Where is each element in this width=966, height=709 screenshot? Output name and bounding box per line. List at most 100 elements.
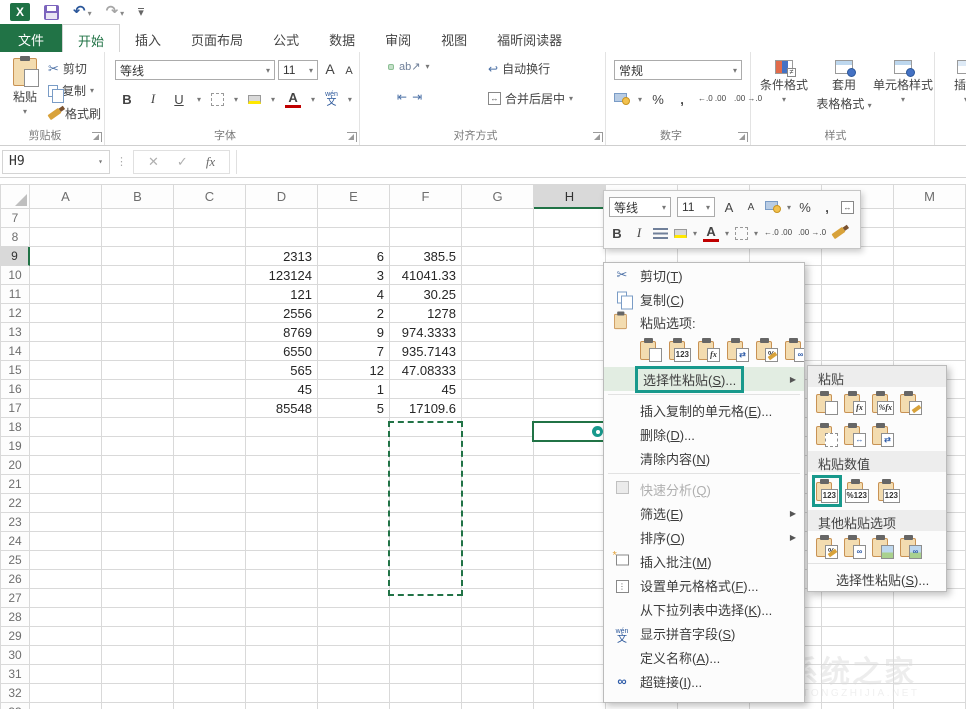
cell-F10[interactable]: 41041.33 xyxy=(390,266,456,285)
merge-center-button[interactable]: ↔合并后居中▾ xyxy=(488,90,573,107)
redo-button[interactable]: ↷▾ xyxy=(106,3,125,21)
cell-F11[interactable]: 30.25 xyxy=(390,285,456,304)
insert-cells-button[interactable]: 插入▾ xyxy=(941,60,966,104)
phonetic-button[interactable]: wén文 xyxy=(325,91,338,108)
borders-button[interactable] xyxy=(211,93,224,106)
comma-style-button[interactable]: , xyxy=(674,90,690,108)
column-header-H[interactable]: H xyxy=(534,184,606,209)
alignment-dialog-launcher[interactable] xyxy=(593,132,603,142)
transpose-icon[interactable]: ⇄ xyxy=(872,423,894,447)
align-top-button[interactable] xyxy=(370,65,374,69)
row-header-32[interactable]: 32 xyxy=(0,684,30,703)
format-as-table-button[interactable]: 套用 表格格式 ▾ xyxy=(815,60,873,112)
row-header-15[interactable]: 15 xyxy=(0,361,30,380)
mini-shrink-font-button[interactable]: A xyxy=(743,198,759,216)
cell-E17[interactable]: 5 xyxy=(318,399,384,418)
accounting-format-button[interactable] xyxy=(614,93,630,105)
format-painter-button[interactable]: 格式刷 xyxy=(48,105,101,122)
bold-button[interactable]: B xyxy=(119,90,135,108)
paste-values-123-icon-annotated[interactable]: 123 xyxy=(816,479,838,503)
menu-item-insert-comment[interactable]: 插入批注(M) xyxy=(604,549,804,573)
menu-item-pick-from-list[interactable]: 从下拉列表中选择(K)... xyxy=(604,597,804,621)
row-header-14[interactable]: 14 xyxy=(0,342,30,361)
increase-decimal-button[interactable]: ←.0 .00 xyxy=(698,95,726,103)
paste-values-icon[interactable]: 123 xyxy=(669,338,691,362)
selection-handle-dot[interactable] xyxy=(592,426,603,437)
mini-merge-center-button[interactable]: ↔ xyxy=(841,201,854,214)
cell-styles-button[interactable]: 单元格样式▾ xyxy=(873,60,933,104)
cell-D11[interactable]: 121 xyxy=(246,285,312,304)
paste-icon[interactable] xyxy=(816,391,838,415)
row-header-23[interactable]: 23 xyxy=(0,513,30,532)
picture-icon[interactable] xyxy=(872,535,894,559)
paste-button[interactable]: 粘贴 ▾ xyxy=(8,58,42,116)
align-bottom-button[interactable] xyxy=(388,64,394,70)
mini-font-size-combo[interactable]: 11▾ xyxy=(677,197,715,217)
column-header-B[interactable]: B xyxy=(102,184,174,209)
align-left-button[interactable] xyxy=(370,95,374,99)
mini-font-name-combo[interactable]: 等线▾ xyxy=(609,197,671,217)
menu-item-format-cells[interactable]: ⋮设置单元格格式(F)... xyxy=(604,573,804,597)
tab-file[interactable]: 文件 xyxy=(0,24,62,52)
row-header-20[interactable]: 20 xyxy=(0,456,30,475)
font-dialog-launcher[interactable] xyxy=(347,132,357,142)
tab-data[interactable]: 数据 xyxy=(314,24,370,52)
row-header-8[interactable]: 8 xyxy=(0,228,30,247)
tab-page-layout[interactable]: 页面布局 xyxy=(176,24,258,52)
row-header-25[interactable]: 25 xyxy=(0,551,30,570)
copy-button[interactable]: 复制▾ xyxy=(48,82,94,99)
cell-E11[interactable]: 4 xyxy=(318,285,384,304)
paste-formulas-icon[interactable]: fx xyxy=(844,391,866,415)
cell-D16[interactable]: 45 xyxy=(246,380,312,399)
cell-D10[interactable]: 123124 xyxy=(246,266,312,285)
mini-font-color-button[interactable]: A xyxy=(703,224,719,242)
cell-E14[interactable]: 7 xyxy=(318,342,384,361)
keep-column-widths-icon[interactable]: ↔ xyxy=(844,423,866,447)
cell-D12[interactable]: 2556 xyxy=(246,304,312,323)
row-header-7[interactable]: 7 xyxy=(0,209,30,228)
conditional-formatting-button[interactable]: 条件格式▾ xyxy=(755,60,813,104)
mini-comma-button[interactable]: , xyxy=(819,198,835,216)
menu-item-filter[interactable]: 筛选(E)▶ xyxy=(604,501,804,525)
align-right-button[interactable] xyxy=(388,95,392,99)
shrink-font-button[interactable]: A xyxy=(341,62,357,80)
linked-picture-icon[interactable]: ∞ xyxy=(900,535,922,559)
row-header-11[interactable]: 11 xyxy=(0,285,30,304)
increase-indent-button[interactable]: ⇥ xyxy=(412,90,422,104)
row-header-28[interactable]: 28 xyxy=(0,608,30,627)
align-middle-button[interactable] xyxy=(379,65,383,69)
wrap-text-button[interactable]: ↩自动换行 xyxy=(488,60,550,77)
mini-borders-button[interactable] xyxy=(735,227,748,240)
mini-bold-button[interactable]: B xyxy=(609,224,625,242)
column-header-E[interactable]: E xyxy=(318,184,390,209)
paste-link-icon[interactable]: ∞ xyxy=(844,535,866,559)
menu-item-cut[interactable]: ✂剪切(T) xyxy=(604,263,804,287)
row-header-13[interactable]: 13 xyxy=(0,323,30,342)
cell-E16[interactable]: 1 xyxy=(318,380,384,399)
cell-F15[interactable]: 47.08333 xyxy=(390,361,456,380)
values-source-formatting-icon[interactable]: 123 xyxy=(878,479,900,503)
values-number-formatting-icon[interactable]: %123 xyxy=(847,479,869,503)
number-format-combo[interactable]: 常规▾ xyxy=(614,60,742,80)
customize-toolbar-icon[interactable]: ▾ xyxy=(138,8,144,17)
number-dialog-launcher[interactable] xyxy=(738,132,748,142)
mini-fill-color-button[interactable] xyxy=(674,229,687,238)
cell-F9[interactable]: 385.5 xyxy=(390,247,456,266)
mini-grow-font-button[interactable]: A xyxy=(721,198,737,216)
mini-percent-button[interactable]: % xyxy=(797,198,813,216)
column-header-A[interactable]: A xyxy=(30,184,102,209)
cell-E13[interactable]: 9 xyxy=(318,323,384,342)
row-header-30[interactable]: 30 xyxy=(0,646,30,665)
column-header-C[interactable]: C xyxy=(174,184,246,209)
cell-F12[interactable]: 1278 xyxy=(390,304,456,323)
row-header-21[interactable]: 21 xyxy=(0,475,30,494)
insert-function-icon[interactable]: fx xyxy=(206,154,215,170)
enter-icon[interactable]: ✓ xyxy=(177,154,188,170)
paste-link-icon[interactable]: ∞ xyxy=(785,338,805,362)
fill-color-button[interactable] xyxy=(248,95,261,104)
menu-item-show-phonetic[interactable]: wén文显示拼音字段(S) xyxy=(604,621,804,645)
column-header-M[interactable]: M xyxy=(894,184,966,209)
mini-accounting-button[interactable] xyxy=(765,201,781,213)
tab-insert[interactable]: 插入 xyxy=(120,24,176,52)
menu-item-copy[interactable]: 复制(C) xyxy=(604,287,804,311)
